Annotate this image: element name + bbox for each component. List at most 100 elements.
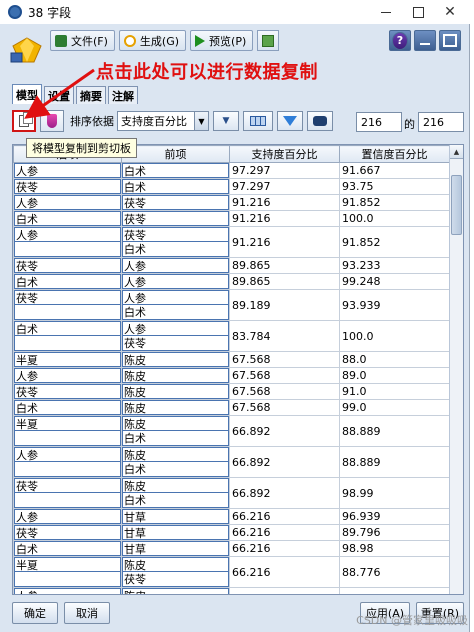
scroll-up-icon[interactable]: ▲ [450,145,463,159]
window-close-button[interactable]: ✕ [434,0,466,24]
consequent-cell-item [14,431,121,446]
consequent-cell-item: 茯苓 [14,258,121,273]
table-row[interactable]: 白术 甘草 66.216 98.98 [13,540,450,557]
antecedent-cell-item: 人参 [122,274,229,289]
rules-table-container: 后项 前项 支持度百分比 置信度百分比 人参白术97.29791.667茯苓白术… [12,144,464,595]
columns-button[interactable] [243,111,273,131]
table-row[interactable]: 茯苓 陈皮 67.568 91.0 [13,383,450,400]
header-confidence[interactable]: 置信度百分比 [339,145,450,163]
window-title: 38 字段 [28,5,72,20]
consequent-cell: 白术 [13,210,122,227]
table-row[interactable]: 白术 茯苓 91.216 100.0 [13,210,450,227]
antecedent-cell-item: 人参 [122,258,229,273]
range-from-field[interactable]: 216 [356,112,402,132]
antecedent-cell: 白术 [121,178,230,195]
confidence-cell: 88.0 [339,351,450,368]
panel-minimize-button[interactable] [414,30,436,51]
help-button[interactable]: ? [389,30,411,51]
table-row[interactable]: 人参 白术 97.297 91.667 [13,162,450,179]
table-row[interactable]: 人参 茯苓 白术 91.216 91.852 [13,226,450,258]
table-row[interactable]: 茯苓 人参 白术 89.189 93.939 [13,289,450,321]
consequent-cell-item: 半夏 [14,416,121,431]
find-button[interactable] [307,111,333,131]
sort-select[interactable]: 支持度百分比 ▼ [117,111,209,131]
menu-generate[interactable]: 生成(G) [118,30,187,51]
consequent-cell-item: 茯苓 [14,525,121,540]
confidence-cell: 99.248 [339,273,450,290]
chart-button[interactable] [257,30,280,51]
menu-file[interactable]: 文件(F) [50,30,115,51]
antecedent-cell-item: 白术 [122,179,229,194]
header-support[interactable]: 支持度百分比 [229,145,340,163]
table-row[interactable]: 半夏 陈皮 67.568 88.0 [13,351,450,368]
support-cell: 91.216 [229,210,340,227]
preview-label: 预览(P) [209,34,247,48]
table-row[interactable]: 人参陈皮 [13,587,450,594]
app-icon [8,5,22,19]
consequent-cell-item [14,493,121,508]
consequent-cell-item: 白术 [14,321,121,336]
consequent-cell-item [14,462,121,477]
filter-button[interactable] [277,111,303,131]
antecedent-cell-item: 陈皮 [122,368,229,383]
table-row[interactable]: 白术 陈皮 67.568 99.0 [13,399,450,416]
preview-button[interactable]: 预览(P) [190,30,254,51]
antecedent-cell: 陈皮 白术 [121,415,230,447]
triangle-down-icon: ▼ [222,116,230,126]
confidence-cell: 89.0 [339,367,450,384]
consequent-cell: 茯苓 [13,178,122,195]
table-row[interactable]: 白术 人参 89.865 99.248 [13,273,450,290]
table-row[interactable]: 人参 陈皮 67.568 89.0 [13,367,450,384]
tab-summary[interactable]: 摘要 [76,86,106,104]
table-row[interactable]: 人参 茯苓 91.216 91.852 [13,194,450,211]
consequent-cell-item [14,336,121,351]
window-minimize-button[interactable] [370,0,402,24]
table-row[interactable]: 茯苓 甘草 66.216 89.796 [13,524,450,541]
ok-button[interactable]: 确定 [12,602,58,624]
scroll-thumb[interactable] [451,175,462,235]
vertical-scrollbar[interactable]: ▲ [449,145,463,594]
antecedent-cell-item: 陈皮 [122,416,229,431]
consequent-cell: 茯苓 [13,289,122,321]
cancel-button[interactable]: 取消 [64,602,110,624]
consequent-cell: 白术 [13,399,122,416]
panel-maximize-button[interactable] [439,30,461,51]
help-icon: ? [392,31,408,50]
consequent-cell: 半夏 [13,556,122,588]
table-row[interactable]: 茯苓 白术 97.297 93.75 [13,178,450,195]
support-cell: 97.297 [229,178,340,195]
tab-model[interactable]: 模型 [12,84,42,104]
antecedent-cell: 人参 [121,273,230,290]
table-row[interactable]: 半夏 陈皮 茯苓 66.216 88.776 [13,556,450,588]
table-row[interactable]: 茯苓 陈皮 白术 66.892 98.99 [13,477,450,509]
sort-select-value: 支持度百分比 [121,115,187,128]
support-cell: 67.568 [229,383,340,400]
consequent-cell-item: 人参 [14,447,121,462]
antecedent-cell-item: 陈皮 [122,400,229,415]
antecedent-cell-item: 陈皮 [122,478,229,493]
support-cell: 66.216 [229,556,340,588]
antecedent-cell-item: 甘草 [122,509,229,524]
table-row[interactable]: 人参 甘草 66.216 96.939 [13,508,450,525]
highlight-button[interactable] [40,110,64,132]
table-row[interactable]: 白术 人参 茯苓 83.784 100.0 [13,320,450,352]
copy-model-button[interactable] [12,110,36,132]
consequent-cell-item: 半夏 [14,352,121,367]
header-antecedent[interactable]: 前项 [121,145,230,163]
range-to-field[interactable]: 216 [418,112,464,132]
table-row[interactable]: 半夏 陈皮 白术 66.892 88.889 [13,415,450,447]
window-maximize-button[interactable] [402,0,434,24]
tab-annotation[interactable]: 注解 [108,86,138,104]
antecedent-cell-item: 陈皮 [122,384,229,399]
range-of-label: 的 [404,118,415,131]
support-cell: 67.568 [229,399,340,416]
support-cell: 97.297 [229,162,340,179]
antecedent-cell: 人参 白术 [121,289,230,321]
tab-settings[interactable]: 设置 [44,86,74,104]
table-row[interactable]: 人参 陈皮 白术 66.892 88.889 [13,446,450,478]
antecedent-cell: 甘草 [121,508,230,525]
consequent-cell-item: 人参 [14,227,121,242]
copy-icon [19,112,33,127]
sort-order-button[interactable]: ▼ [213,111,239,131]
table-row[interactable]: 茯苓 人参 89.865 93.233 [13,257,450,274]
